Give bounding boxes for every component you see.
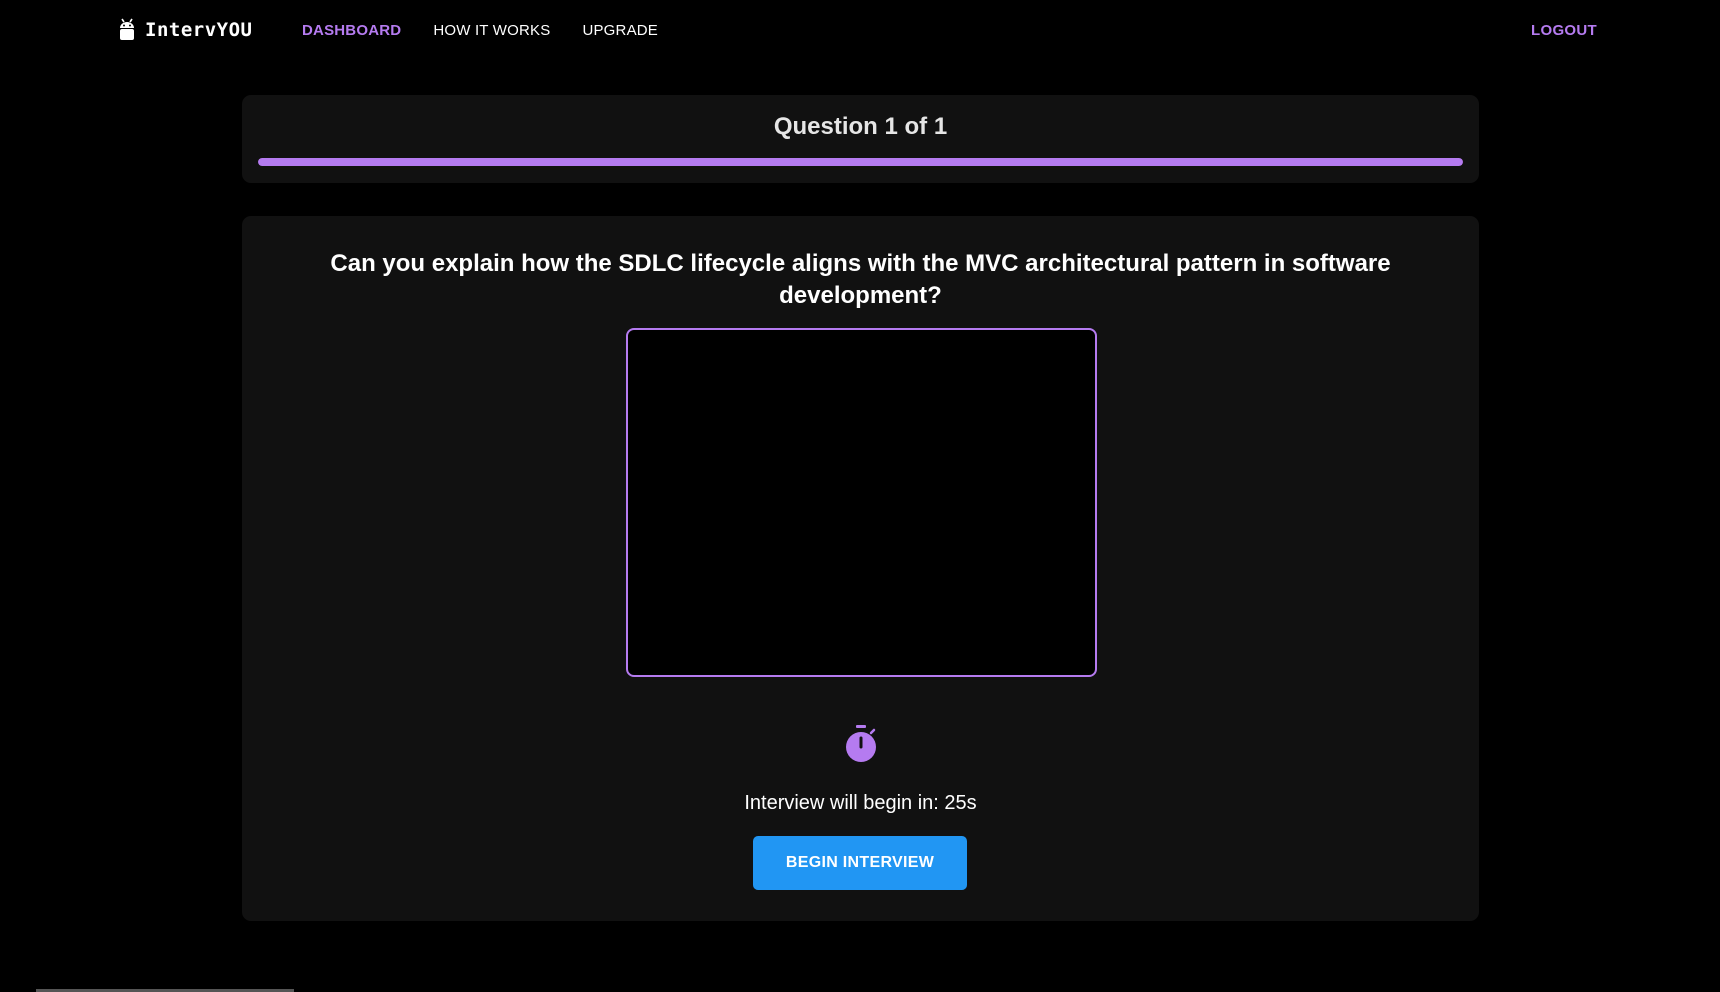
progress-bar (258, 158, 1463, 166)
top-navbar: IntervYOU DASHBOARD HOW IT WORKS UPGRADE… (0, 0, 1720, 62)
question-text: Can you explain how the SDLC lifecycle a… (330, 250, 1391, 309)
nav-link-dashboard[interactable]: DASHBOARD (302, 22, 401, 39)
brand-logo[interactable]: IntervYOU (118, 18, 252, 42)
progress-bar-fill (258, 158, 1463, 166)
progress-title: Question 1 of 1 (773, 113, 948, 140)
begin-interview-button[interactable]: BEGIN INTERVIEW (753, 836, 967, 890)
nav-link-upgrade[interactable]: UPGRADE (582, 22, 658, 39)
android-robot-icon (120, 18, 134, 40)
question-progress-card: Question 1 of 1 (242, 95, 1479, 183)
logout-link[interactable]: LOGOUT (1531, 22, 1597, 39)
nav-link-how-it-works[interactable]: HOW IT WORKS (433, 22, 550, 39)
brand-name: IntervYOU (145, 19, 253, 41)
video-preview (626, 328, 1097, 677)
stopwatch-icon (846, 725, 876, 762)
nav-links: DASHBOARD HOW IT WORKS UPGRADE (302, 22, 658, 39)
countdown-text: Interview will begin in: 25s (744, 792, 977, 814)
interview-card: Can you explain how the SDLC lifecycle a… (242, 216, 1479, 921)
